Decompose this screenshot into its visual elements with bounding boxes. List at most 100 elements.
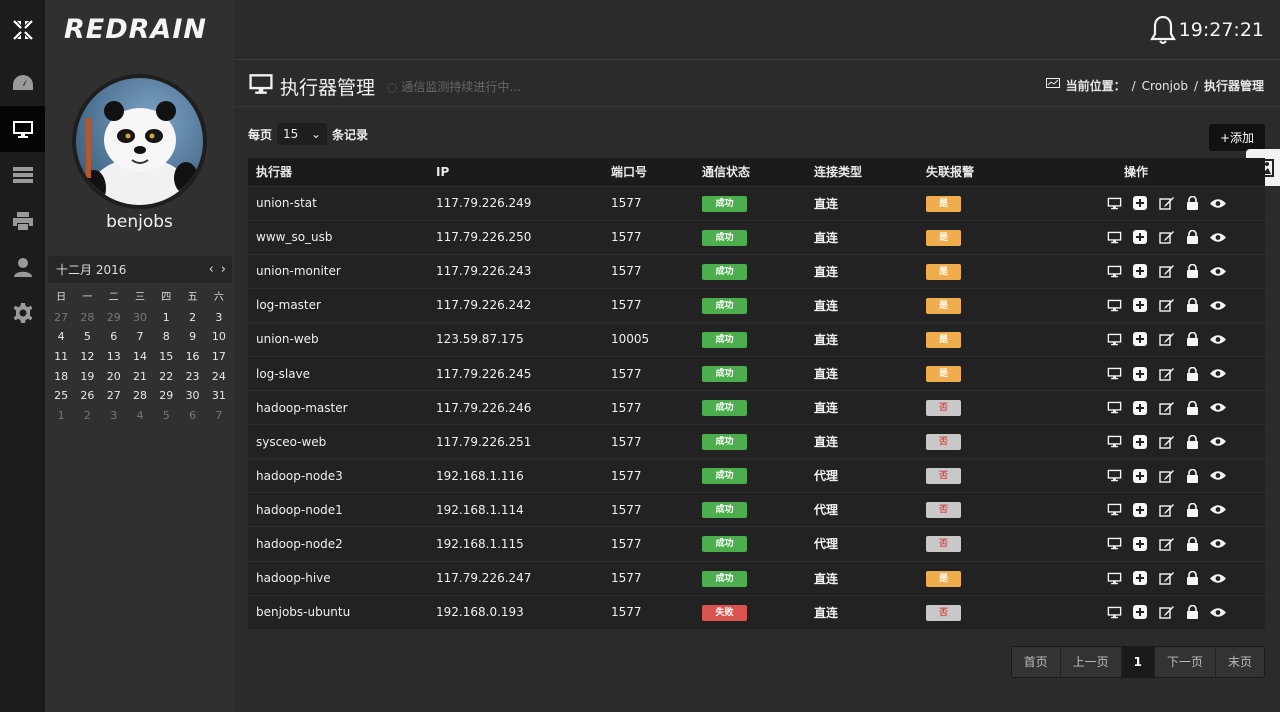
- monitor-icon[interactable]: [0, 106, 45, 152]
- lock-icon[interactable]: [1184, 297, 1200, 313]
- calendar-day[interactable]: 1: [153, 308, 179, 328]
- calendar-day[interactable]: 9: [179, 327, 205, 347]
- breadcrumb-item-cronjob[interactable]: Cronjob: [1142, 79, 1188, 93]
- calendar-day[interactable]: 21: [127, 367, 153, 387]
- lock-icon[interactable]: [1184, 195, 1200, 211]
- calendar-day[interactable]: 3: [206, 308, 232, 328]
- calendar-day[interactable]: 2: [74, 406, 100, 426]
- calendar-day[interactable]: 1: [48, 406, 74, 426]
- calendar-day[interactable]: 25: [48, 386, 74, 406]
- plus-square-icon[interactable]: [1132, 536, 1148, 552]
- calendar-day[interactable]: 18: [48, 367, 74, 387]
- plus-square-icon[interactable]: [1132, 570, 1148, 586]
- page-first[interactable]: 首页: [1011, 647, 1061, 677]
- col-status[interactable]: 通信状态: [694, 158, 806, 186]
- edit-icon[interactable]: [1158, 229, 1174, 245]
- lock-icon[interactable]: [1184, 263, 1200, 279]
- page-last[interactable]: 末页: [1215, 647, 1264, 677]
- page-prev[interactable]: 上一页: [1060, 647, 1122, 677]
- lock-icon[interactable]: [1184, 229, 1200, 245]
- calendar-day[interactable]: 30: [179, 386, 205, 406]
- calendar-day[interactable]: 27: [101, 386, 127, 406]
- calendar-day[interactable]: 31: [206, 386, 232, 406]
- monitor-icon[interactable]: [1106, 263, 1122, 279]
- lock-icon[interactable]: [1184, 570, 1200, 586]
- lock-icon[interactable]: [1184, 366, 1200, 382]
- plus-square-icon[interactable]: [1132, 604, 1148, 620]
- eye-icon[interactable]: [1210, 366, 1226, 382]
- calendar-day[interactable]: 16: [179, 347, 205, 367]
- plus-square-icon[interactable]: [1132, 502, 1148, 518]
- calendar-day[interactable]: 6: [101, 327, 127, 347]
- avatar[interactable]: [72, 74, 207, 209]
- calendar-day[interactable]: 28: [74, 308, 100, 328]
- calendar-day[interactable]: 12: [74, 347, 100, 367]
- eye-icon[interactable]: [1210, 400, 1226, 416]
- plus-square-icon[interactable]: [1132, 229, 1148, 245]
- monitor-icon[interactable]: [1106, 366, 1122, 382]
- lock-icon[interactable]: [1184, 331, 1200, 347]
- monitor-icon[interactable]: [1106, 502, 1122, 518]
- calendar-day[interactable]: 24: [206, 367, 232, 387]
- edit-icon[interactable]: [1158, 297, 1174, 313]
- col-agent[interactable]: 执行器: [248, 158, 428, 186]
- col-port[interactable]: 端口号: [603, 158, 694, 186]
- plus-square-icon[interactable]: [1132, 400, 1148, 416]
- chevron-left-icon[interactable]: ‹: [209, 262, 214, 277]
- page-next[interactable]: 下一页: [1154, 647, 1216, 677]
- calendar-day[interactable]: 17: [206, 347, 232, 367]
- calendar-day[interactable]: 7: [206, 406, 232, 426]
- eye-icon[interactable]: [1210, 263, 1226, 279]
- app-logo-icon[interactable]: [0, 0, 45, 60]
- dashboard-icon[interactable]: [0, 60, 45, 106]
- edit-icon[interactable]: [1158, 331, 1174, 347]
- monitor-icon[interactable]: [1106, 400, 1122, 416]
- calendar-day[interactable]: 13: [101, 347, 127, 367]
- eye-icon[interactable]: [1210, 604, 1226, 620]
- lock-icon[interactable]: [1184, 536, 1200, 552]
- edit-icon[interactable]: [1158, 434, 1174, 450]
- lock-icon[interactable]: [1184, 400, 1200, 416]
- lock-icon[interactable]: [1184, 434, 1200, 450]
- chevron-right-icon[interactable]: ›: [221, 262, 226, 277]
- calendar-day[interactable]: 20: [101, 367, 127, 387]
- gear-icon[interactable]: [0, 290, 45, 336]
- per-page-select[interactable]: 15 ⌄: [277, 123, 328, 145]
- col-ip[interactable]: IP: [428, 158, 603, 186]
- plus-square-icon[interactable]: [1132, 297, 1148, 313]
- page-current[interactable]: 1: [1121, 647, 1155, 677]
- calendar-day[interactable]: 6: [179, 406, 205, 426]
- monitor-icon[interactable]: [1106, 297, 1122, 313]
- calendar-day[interactable]: 2: [179, 308, 205, 328]
- lock-icon[interactable]: [1184, 502, 1200, 518]
- monitor-icon[interactable]: [1106, 331, 1122, 347]
- eye-icon[interactable]: [1210, 434, 1226, 450]
- calendar-day[interactable]: 5: [153, 406, 179, 426]
- monitor-icon[interactable]: [1106, 570, 1122, 586]
- col-conn-type[interactable]: 连接类型: [806, 158, 918, 186]
- user-icon[interactable]: [0, 244, 45, 290]
- monitor-icon[interactable]: [1106, 536, 1122, 552]
- plus-square-icon[interactable]: [1132, 331, 1148, 347]
- plus-square-icon[interactable]: [1132, 263, 1148, 279]
- lock-icon[interactable]: [1184, 604, 1200, 620]
- monitor-icon[interactable]: [1106, 604, 1122, 620]
- monitor-icon[interactable]: [1106, 434, 1122, 450]
- calendar-day[interactable]: 11: [48, 347, 74, 367]
- calendar-day[interactable]: 27: [48, 308, 74, 328]
- monitor-icon[interactable]: [1106, 195, 1122, 211]
- eye-icon[interactable]: [1210, 502, 1226, 518]
- edit-icon[interactable]: [1158, 604, 1174, 620]
- edit-icon[interactable]: [1158, 536, 1174, 552]
- calendar-day[interactable]: 15: [153, 347, 179, 367]
- calendar-day[interactable]: 14: [127, 347, 153, 367]
- plus-square-icon[interactable]: [1132, 434, 1148, 450]
- edit-icon[interactable]: [1158, 468, 1174, 484]
- calendar-day[interactable]: 19: [74, 367, 100, 387]
- add-button[interactable]: +添加: [1209, 124, 1265, 151]
- edit-icon[interactable]: [1158, 502, 1174, 518]
- calendar-day[interactable]: 29: [101, 308, 127, 328]
- calendar-day[interactable]: 22: [153, 367, 179, 387]
- edit-icon[interactable]: [1158, 195, 1174, 211]
- monitor-icon[interactable]: [1106, 468, 1122, 484]
